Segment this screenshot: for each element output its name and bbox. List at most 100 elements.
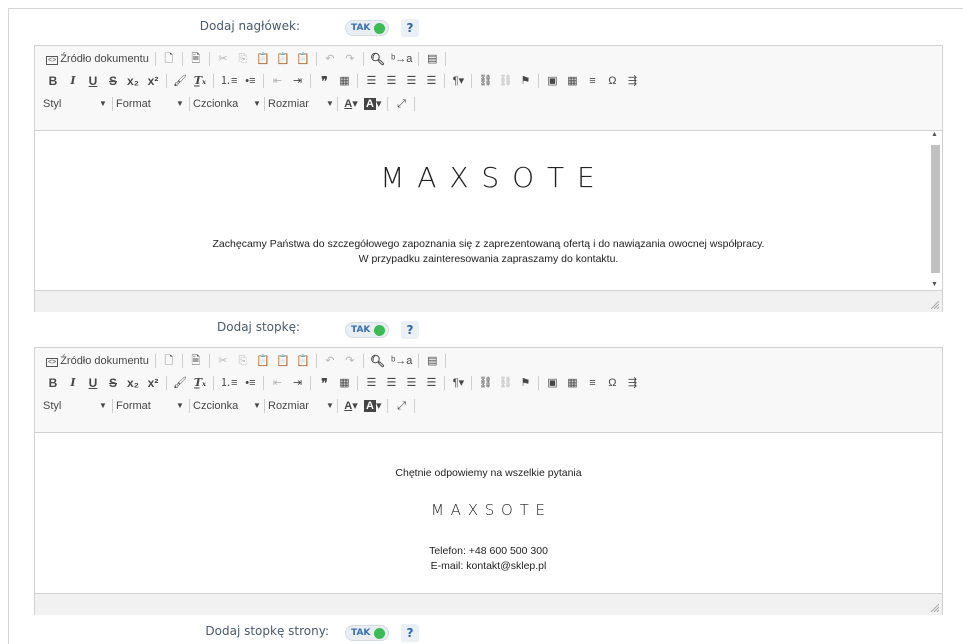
- superscript-icon[interactable]: x²: [146, 73, 160, 89]
- outdent-icon[interactable]: ⇤: [270, 73, 284, 89]
- header-editor-content[interactable]: M A X S O T E Zachęcamy Państwa do szcze…: [35, 131, 942, 290]
- bidi-icon[interactable]: ¶▾: [451, 375, 465, 391]
- bulleted-list-icon[interactable]: •≡: [243, 73, 257, 89]
- replace-icon[interactable]: ᵇ→a: [391, 353, 412, 369]
- size-dropdown[interactable]: Rozmiar ▼: [268, 98, 334, 110]
- div-container-icon[interactable]: ▦: [337, 375, 351, 391]
- format-dropdown[interactable]: Format ▼: [116, 98, 186, 110]
- special-char-icon[interactable]: Ω: [605, 375, 619, 391]
- paste-icon[interactable]: 📋: [256, 353, 270, 369]
- text-color-button[interactable]: A▾: [344, 96, 358, 112]
- footer-toggle[interactable]: TAK: [345, 322, 389, 338]
- new-page-icon[interactable]: 🗋: [162, 353, 176, 369]
- italic-icon[interactable]: I: [66, 73, 80, 89]
- align-justify-icon[interactable]: ☰: [424, 73, 438, 89]
- align-right-icon[interactable]: ☰: [404, 73, 418, 89]
- size-dropdown[interactable]: Rozmiar ▼: [268, 400, 334, 412]
- paste-text-icon[interactable]: 📋: [276, 353, 290, 369]
- cut-icon[interactable]: ✂: [216, 353, 230, 369]
- bidi-icon[interactable]: ¶▾: [451, 73, 465, 89]
- find-icon[interactable]: 🔍︎: [370, 51, 385, 67]
- strike-icon[interactable]: S: [106, 73, 120, 89]
- div-container-icon[interactable]: ▦: [337, 73, 351, 89]
- anchor-flag-icon[interactable]: ⚑: [518, 375, 532, 391]
- numbered-list-icon[interactable]: ⒈≡: [220, 73, 237, 89]
- table-icon[interactable]: ▦: [565, 73, 579, 89]
- paste-word-icon[interactable]: 📋: [296, 353, 310, 369]
- styles-dropdown[interactable]: Styl ▼: [43, 400, 109, 412]
- spellcheck-icon[interactable]: ▤: [425, 353, 439, 369]
- format-dropdown[interactable]: Format ▼: [116, 400, 186, 412]
- header-help-button[interactable]: ?: [401, 19, 419, 37]
- indent-icon[interactable]: ⇥: [290, 73, 304, 89]
- link-icon[interactable]: ⛓: [478, 375, 492, 391]
- paste-word-icon[interactable]: 📋: [296, 51, 310, 67]
- scrollbar-thumb[interactable]: [931, 145, 940, 273]
- paste-text-icon[interactable]: 📋: [276, 51, 290, 67]
- copy-icon[interactable]: ⎘: [236, 51, 250, 67]
- subscript-icon[interactable]: x₂: [126, 73, 140, 89]
- image-icon[interactable]: ▣: [545, 73, 559, 89]
- align-left-icon[interactable]: ☰: [364, 375, 378, 391]
- bg-color-button[interactable]: A ▾: [364, 398, 381, 414]
- align-right-icon[interactable]: ☰: [404, 375, 418, 391]
- copy-format-icon[interactable]: 🖌: [173, 375, 187, 391]
- scroll-up-icon[interactable]: ▲: [931, 131, 938, 138]
- link-icon[interactable]: ⛓: [478, 73, 492, 89]
- blockquote-icon[interactable]: ❞: [317, 375, 331, 391]
- source-button[interactable]: <> Źródło dokumentu: [46, 51, 149, 67]
- remove-format-icon[interactable]: T̲ₓ: [193, 375, 207, 391]
- align-center-icon[interactable]: ☰: [384, 375, 398, 391]
- remove-format-icon[interactable]: T̲ₓ: [193, 73, 207, 89]
- font-dropdown[interactable]: Czcionka ▼: [193, 98, 261, 110]
- align-justify-icon[interactable]: ☰: [424, 375, 438, 391]
- underline-icon[interactable]: U: [86, 73, 100, 89]
- footer-editor-content[interactable]: Chętnie odpowiemy na wszelkie pytania M …: [35, 433, 942, 593]
- underline-icon[interactable]: U: [86, 375, 100, 391]
- superscript-icon[interactable]: x²: [146, 375, 160, 391]
- find-icon[interactable]: 🔍︎: [370, 353, 385, 369]
- header-toggle[interactable]: TAK: [345, 20, 389, 36]
- resize-grip-icon[interactable]: [931, 301, 939, 309]
- copy-icon[interactable]: ⎘: [236, 353, 250, 369]
- styles-dropdown[interactable]: Styl ▼: [43, 98, 109, 110]
- page-footer-toggle[interactable]: TAK: [345, 625, 389, 641]
- numbered-list-icon[interactable]: ⒈≡: [220, 375, 237, 391]
- indent-icon[interactable]: ⇥: [290, 375, 304, 391]
- footer-help-button[interactable]: ?: [401, 321, 419, 339]
- undo-icon[interactable]: ↶: [323, 353, 337, 369]
- horizontal-line-icon[interactable]: ≡: [585, 73, 599, 89]
- italic-icon[interactable]: I: [66, 375, 80, 391]
- maximize-icon[interactable]: ⤢: [394, 96, 408, 112]
- spellcheck-icon[interactable]: ▤: [425, 51, 439, 67]
- preview-icon[interactable]: 🗎: [189, 353, 203, 369]
- strike-icon[interactable]: S: [106, 375, 120, 391]
- horizontal-line-icon[interactable]: ≡: [585, 375, 599, 391]
- image-icon[interactable]: ▣: [545, 375, 559, 391]
- replace-icon[interactable]: ᵇ→a: [391, 51, 412, 67]
- table-icon[interactable]: ▦: [565, 375, 579, 391]
- source-button[interactable]: <> Źródło dokumentu: [46, 353, 149, 369]
- scroll-down-icon[interactable]: ▼: [931, 281, 938, 288]
- page-break-icon[interactable]: ⇶: [625, 375, 639, 391]
- resize-grip-icon[interactable]: [931, 604, 939, 612]
- font-dropdown[interactable]: Czcionka ▼: [193, 400, 261, 412]
- new-page-icon[interactable]: 🗋: [162, 51, 176, 67]
- vertical-scrollbar[interactable]: ▲ ▼: [930, 131, 940, 290]
- redo-icon[interactable]: ↷: [343, 51, 357, 67]
- text-color-button[interactable]: A▾: [344, 398, 358, 414]
- bg-color-button[interactable]: A ▾: [364, 96, 381, 112]
- cut-icon[interactable]: ✂: [216, 51, 230, 67]
- maximize-icon[interactable]: ⤢: [394, 398, 408, 414]
- preview-icon[interactable]: 🗎: [189, 51, 203, 67]
- unlink-icon[interactable]: ⛓: [498, 375, 512, 391]
- align-left-icon[interactable]: ☰: [364, 73, 378, 89]
- blockquote-icon[interactable]: ❞: [317, 73, 331, 89]
- align-center-icon[interactable]: ☰: [384, 73, 398, 89]
- redo-icon[interactable]: ↷: [343, 353, 357, 369]
- bold-icon[interactable]: B: [46, 375, 60, 391]
- special-char-icon[interactable]: Ω: [605, 73, 619, 89]
- page-break-icon[interactable]: ⇶: [625, 73, 639, 89]
- unlink-icon[interactable]: ⛓: [498, 73, 512, 89]
- bold-icon[interactable]: B: [46, 73, 60, 89]
